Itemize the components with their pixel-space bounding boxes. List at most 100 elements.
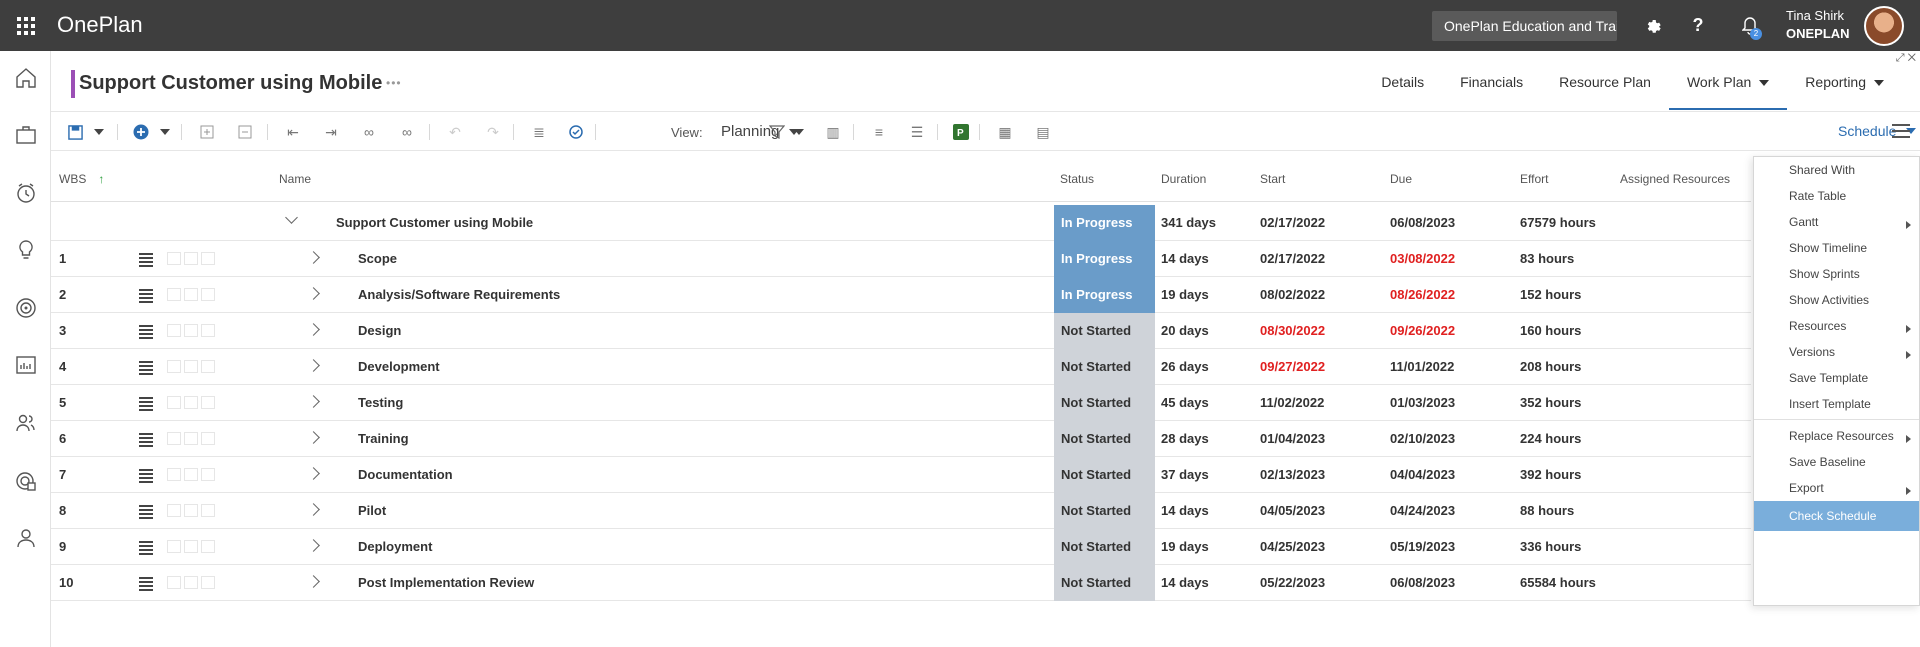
- settings-button[interactable]: [1632, 0, 1676, 51]
- menu-item-check-schedule[interactable]: Check Schedule: [1754, 501, 1919, 531]
- row-menu-icon[interactable]: [139, 397, 153, 413]
- task-name[interactable]: Pilot: [358, 493, 386, 529]
- notes-button[interactable]: ≣: [529, 122, 549, 142]
- task-start[interactable]: 04/05/2023: [1260, 493, 1325, 529]
- expand-chevron-icon[interactable]: [307, 395, 320, 408]
- expand-all-button[interactable]: [197, 122, 217, 142]
- menu-item-versions[interactable]: Versions: [1754, 339, 1919, 365]
- row-menu-icon[interactable]: [139, 541, 153, 557]
- table-row[interactable]: 9 Deployment Not Started 19 days 04/25/2023 0…: [51, 529, 1751, 565]
- task-start[interactable]: 09/27/2022: [1260, 349, 1325, 385]
- redo-button[interactable]: ↷: [483, 122, 503, 142]
- collapse-all-button[interactable]: [235, 122, 255, 142]
- task-effort[interactable]: 152 hours: [1520, 277, 1581, 313]
- task-effort[interactable]: 65584 hours: [1520, 565, 1596, 601]
- task-name[interactable]: Development: [358, 349, 440, 385]
- menu-item-save-template[interactable]: Save Template: [1754, 365, 1919, 391]
- task-start[interactable]: 11/02/2022: [1260, 385, 1324, 421]
- tab-work-plan[interactable]: Work Plan: [1668, 66, 1788, 110]
- align-button[interactable]: ≡: [869, 122, 889, 142]
- task-duration[interactable]: 341 days: [1161, 205, 1216, 241]
- task-status[interactable]: Not Started: [1054, 529, 1155, 565]
- task-name[interactable]: Testing: [358, 385, 403, 421]
- task-duration[interactable]: 37 days: [1161, 457, 1209, 493]
- help-button[interactable]: ?: [1676, 0, 1720, 51]
- table-row[interactable]: 3 Design Not Started 20 days 08/30/2022 09/26…: [51, 313, 1751, 349]
- table-row[interactable]: 1 Scope In Progress 14 days 02/17/2022 03/08/…: [51, 241, 1751, 277]
- table-row[interactable]: 7 Documentation Not Started 37 days 02/13/20…: [51, 457, 1751, 493]
- tab-financials[interactable]: Financials: [1442, 66, 1541, 110]
- menu-item-rate-table[interactable]: Rate Table: [1754, 183, 1919, 209]
- columns-button[interactable]: ▥: [823, 122, 843, 142]
- task-effort[interactable]: 336 hours: [1520, 529, 1581, 565]
- task-status[interactable]: Not Started: [1054, 313, 1155, 349]
- tab-reporting[interactable]: Reporting: [1787, 66, 1902, 110]
- close-icon[interactable]: ✕: [1908, 52, 1916, 64]
- title-more-button[interactable]: •••: [386, 76, 402, 90]
- task-name[interactable]: Analysis/Software Requirements: [358, 277, 560, 313]
- task-status[interactable]: Not Started: [1054, 565, 1155, 601]
- task-name[interactable]: Documentation: [358, 457, 453, 493]
- home-nav-button[interactable]: [0, 56, 51, 100]
- view-select[interactable]: Planning: [721, 123, 800, 140]
- table-row[interactable]: 5 Testing Not Started 45 days 11/02/2022 01/0…: [51, 385, 1751, 421]
- task-status[interactable]: Not Started: [1054, 493, 1155, 529]
- tenant-switcher[interactable]: OnePlan Education and Training: [1432, 11, 1617, 41]
- avatar[interactable]: [1864, 6, 1904, 46]
- undo-button[interactable]: ↶: [445, 122, 465, 142]
- save-options-dropdown[interactable]: [89, 122, 109, 142]
- task-effort[interactable]: 392 hours: [1520, 457, 1581, 493]
- menu-item-shared-with[interactable]: Shared With: [1754, 157, 1919, 183]
- expand-chevron-icon[interactable]: [307, 287, 320, 300]
- table-row[interactable]: 8 Pilot Not Started 14 days 04/05/2023 04/24/…: [51, 493, 1751, 529]
- task-name[interactable]: Post Implementation Review: [358, 565, 534, 601]
- outdent-button[interactable]: ⇤: [283, 122, 303, 142]
- task-start[interactable]: 08/02/2022: [1260, 277, 1325, 313]
- task-duration[interactable]: 45 days: [1161, 385, 1209, 421]
- tab-details[interactable]: Details: [1363, 66, 1442, 110]
- portfolio-nav-button[interactable]: [0, 113, 51, 157]
- row-menu-icon[interactable]: [139, 469, 153, 485]
- menu-item-insert-template[interactable]: Insert Template: [1754, 391, 1919, 417]
- task-name[interactable]: Deployment: [358, 529, 432, 565]
- task-duration[interactable]: 14 days: [1161, 493, 1209, 529]
- task-status[interactable]: Not Started: [1054, 421, 1155, 457]
- column-header-effort[interactable]: Effort: [1520, 172, 1548, 186]
- add-task-button[interactable]: [131, 122, 151, 142]
- app-launcher-button[interactable]: [0, 0, 51, 51]
- task-effort[interactable]: 160 hours: [1520, 313, 1581, 349]
- resources-nav-button[interactable]: [0, 401, 51, 445]
- expand-chevron-icon[interactable]: [307, 359, 320, 372]
- task-effort[interactable]: 224 hours: [1520, 421, 1581, 457]
- row-menu-icon[interactable]: [139, 505, 153, 521]
- expand-chevron-icon[interactable]: [307, 575, 320, 588]
- task-duration[interactable]: 14 days: [1161, 565, 1209, 601]
- task-due[interactable]: 06/08/2023: [1390, 205, 1455, 241]
- row-menu-icon[interactable]: [139, 361, 153, 377]
- task-effort[interactable]: 208 hours: [1520, 349, 1581, 385]
- expand-chevron-icon[interactable]: [307, 251, 320, 264]
- ms-project-button[interactable]: P: [951, 122, 971, 142]
- menu-item-export[interactable]: Export: [1754, 475, 1919, 501]
- goals-nav-button[interactable]: [0, 286, 51, 330]
- task-duration[interactable]: 19 days: [1161, 277, 1209, 313]
- task-effort[interactable]: 83 hours: [1520, 241, 1574, 277]
- task-name[interactable]: Support Customer using Mobile: [336, 205, 533, 241]
- calendar-button[interactable]: ▦: [995, 122, 1015, 142]
- task-due[interactable]: 03/08/2022: [1390, 241, 1455, 277]
- expand-chevron-icon[interactable]: [307, 539, 320, 552]
- task-name[interactable]: Scope: [358, 241, 397, 277]
- task-status[interactable]: Not Started: [1054, 349, 1155, 385]
- unlink-tasks-button[interactable]: ∞: [397, 122, 417, 142]
- table-row[interactable]: 6 Training Not Started 28 days 01/04/2023 02/…: [51, 421, 1751, 457]
- task-due[interactable]: 09/26/2022: [1390, 313, 1455, 349]
- task-duration[interactable]: 28 days: [1161, 421, 1209, 457]
- task-start[interactable]: 08/30/2022: [1260, 313, 1325, 349]
- link-tasks-button[interactable]: ∞: [359, 122, 379, 142]
- menu-item-save-baseline[interactable]: Save Baseline: [1754, 449, 1919, 475]
- task-due[interactable]: 06/08/2023: [1390, 565, 1455, 601]
- column-header-name[interactable]: Name: [279, 172, 311, 186]
- menu-item-show-sprints[interactable]: Show Sprints: [1754, 261, 1919, 287]
- task-effort[interactable]: 352 hours: [1520, 385, 1581, 421]
- tab-resource-plan[interactable]: Resource Plan: [1541, 66, 1669, 110]
